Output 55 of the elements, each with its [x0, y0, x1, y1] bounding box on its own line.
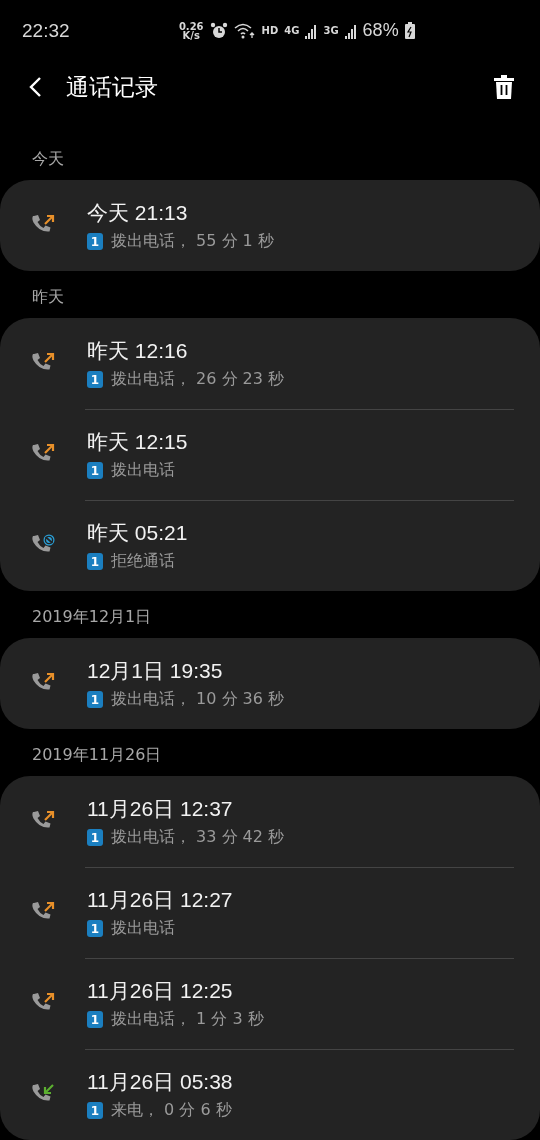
battery-icon — [404, 22, 415, 40]
sim-badge: 1 — [87, 691, 103, 708]
call-time: 11月26日 12:37 — [87, 796, 234, 822]
date-heading: 昨天 — [31, 286, 65, 308]
call-detail: 来电， 0 分 6 秒 — [111, 1100, 232, 1121]
call-time: 11月26日 12:27 — [87, 887, 233, 913]
sim-badge: 1 — [87, 829, 103, 846]
signal-icon — [344, 22, 357, 39]
sim-badge: 1 — [87, 1011, 103, 1028]
call-detail: 拨出电话， 33 分 42 秒 — [111, 827, 285, 848]
sim-badge: 1 — [87, 553, 103, 570]
date-heading: 2019年11月26日 — [31, 744, 163, 766]
call-detail: 拨出电话 — [111, 918, 175, 939]
call-time: 今天 21:13 — [87, 200, 189, 226]
sim-badge: 1 — [87, 1102, 103, 1119]
date-heading: 今天 — [31, 148, 65, 170]
call-detail: 拨出电话， 55 分 1 秒 — [111, 231, 274, 252]
call-time: 昨天 12:15 — [87, 429, 188, 455]
call-detail: 拨出电话， 1 分 3 秒 — [111, 1009, 264, 1030]
call-detail: 拨出电话， 26 分 23 秒 — [111, 369, 285, 390]
wifi-icon — [233, 22, 256, 39]
sim-badge: 1 — [87, 462, 103, 479]
call-time: 昨天 05:21 — [87, 520, 188, 546]
hd-indicator: HD — [261, 25, 279, 37]
sim-badge: 1 — [87, 371, 103, 388]
call-log-item[interactable]: 11月26日 12:25 1 拨出电话， 1 分 3 秒 — [0, 958, 540, 1049]
status-time: 22:32 — [22, 19, 70, 42]
call-time: 昨天 12:16 — [87, 338, 189, 364]
sim-badge: 1 — [87, 233, 103, 250]
call-log-item[interactable]: 11月26日 12:27 1 拨出电话 — [0, 867, 540, 958]
call-log-item[interactable]: 昨天 05:21 1 拒绝通话 — [0, 500, 540, 591]
network-type: 4G — [284, 25, 300, 37]
call-time: 11月26日 05:38 — [87, 1069, 233, 1095]
call-log-item[interactable]: 昨天 12:15 1 拨出电话 — [0, 409, 540, 500]
date-heading: 2019年12月1日 — [31, 606, 153, 628]
call-time: 12月1日 19:35 — [87, 658, 224, 684]
call-time: 11月26日 12:25 — [87, 978, 234, 1004]
network-type: 3G — [323, 25, 339, 37]
call-log-item[interactable]: 12月1日 19:35 1 拨出电话， 10 分 36 秒 — [0, 638, 540, 729]
call-detail: 拨出电话， 10 分 36 秒 — [111, 689, 285, 710]
call-detail: 拒绝通话 — [111, 551, 175, 572]
trash-icon[interactable] — [494, 75, 514, 100]
alarm-icon — [209, 21, 228, 40]
call-log-item[interactable]: 11月26日 12:37 1 拨出电话， 33 分 42 秒 — [0, 776, 540, 867]
call-log-item[interactable]: 今天 21:13 1 拨出电话， 55 分 1 秒 — [0, 180, 540, 271]
back-icon[interactable] — [28, 76, 42, 99]
signal-icon — [305, 22, 318, 39]
call-detail: 拨出电话 — [111, 460, 175, 481]
network-speed-unit: K/s — [182, 30, 200, 40]
battery-percent: 68% — [362, 20, 399, 42]
call-log-item[interactable]: 11月26日 05:38 1 来电， 0 分 6 秒 — [0, 1049, 540, 1140]
network-speed-value: 0.26 — [178, 21, 204, 31]
sim-badge: 1 — [87, 920, 103, 937]
page-title: 通话记录 — [66, 72, 158, 102]
call-log-item[interactable]: 昨天 12:16 1 拨出电话， 26 分 23 秒 — [0, 318, 540, 409]
